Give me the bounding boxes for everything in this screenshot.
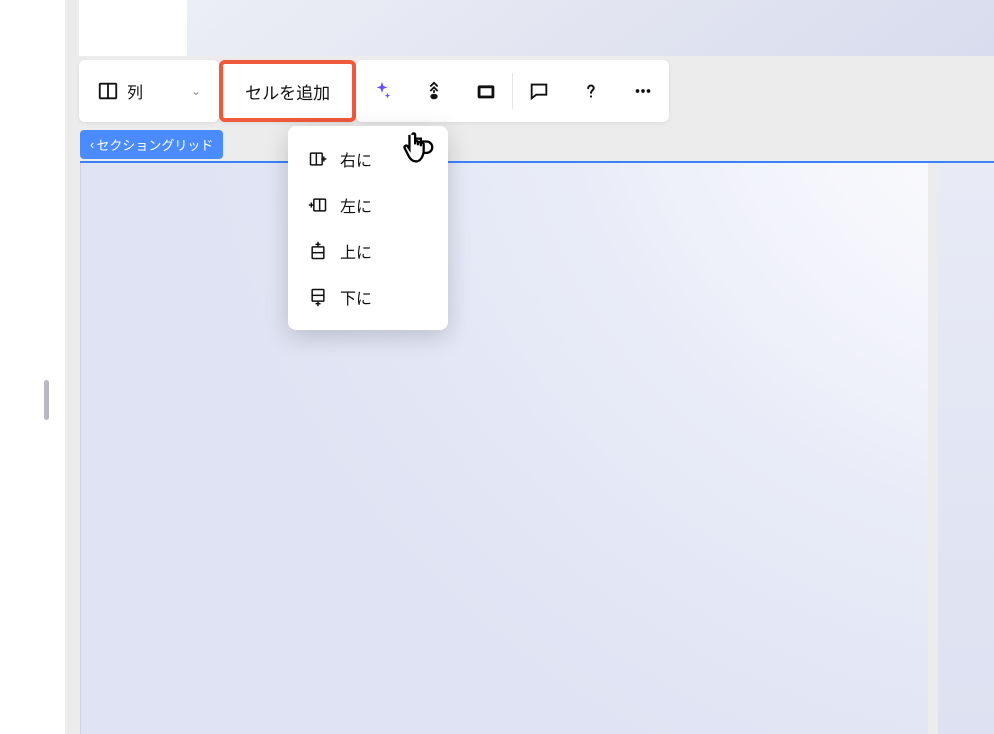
editor-page: 列 ⌄ セルを追加 xyxy=(0,0,994,734)
insert-right-icon xyxy=(308,149,328,169)
column-label: 列 xyxy=(127,79,143,103)
dd-label: 下に xyxy=(340,285,372,309)
column-icon xyxy=(97,80,119,102)
chevron-left-icon: ‹ xyxy=(90,137,94,152)
section-grid-breadcrumb[interactable]: ‹ セクショングリッド xyxy=(80,130,223,159)
add-cell-top[interactable]: 上に xyxy=(288,228,448,274)
add-cell-left[interactable]: 左に xyxy=(288,182,448,228)
breadcrumb-label: セクショングリッド xyxy=(96,135,213,154)
chevron-down-icon: ⌄ xyxy=(191,84,201,98)
section-grid-right-strip xyxy=(938,163,994,734)
ai-sparkle-button[interactable] xyxy=(356,60,408,122)
more-icon xyxy=(632,80,654,102)
toolbar-icon-group xyxy=(356,60,669,122)
add-cell-label: セルを追加 xyxy=(245,79,330,104)
dd-label: 左に xyxy=(340,193,372,217)
comment-button[interactable] xyxy=(513,60,565,122)
insert-left-icon xyxy=(308,195,328,215)
upper-cell-shaded xyxy=(187,0,994,56)
cursor-pointer-icon xyxy=(399,129,437,178)
comment-icon xyxy=(528,80,550,102)
add-cell-bottom[interactable]: 下に xyxy=(288,274,448,320)
column-group: 列 ⌄ xyxy=(79,60,219,122)
section-grid-canvas[interactable] xyxy=(80,163,928,734)
stretch-button[interactable] xyxy=(460,60,512,122)
animation-button[interactable] xyxy=(408,60,460,122)
add-cell-button[interactable]: セルを追加 xyxy=(223,62,352,120)
more-button[interactable] xyxy=(617,60,669,122)
canvas-upper-strip xyxy=(79,0,994,56)
insert-bottom-icon xyxy=(308,287,328,307)
animation-icon xyxy=(423,80,445,102)
help-icon xyxy=(580,80,602,102)
left-rail xyxy=(0,0,65,734)
scroll-thumb[interactable] xyxy=(44,380,49,420)
column-button[interactable]: 列 ⌄ xyxy=(79,60,219,122)
insert-top-icon xyxy=(308,241,328,261)
stretch-icon xyxy=(475,80,497,102)
upper-cell-blank xyxy=(79,0,187,56)
toolbar: 列 ⌄ セルを追加 xyxy=(79,60,669,122)
dd-label: 上に xyxy=(340,239,372,263)
help-button[interactable] xyxy=(565,60,617,122)
sparkle-icon xyxy=(371,80,393,102)
add-cell-highlight: セルを追加 xyxy=(219,60,356,122)
dd-label: 右に xyxy=(340,147,372,171)
